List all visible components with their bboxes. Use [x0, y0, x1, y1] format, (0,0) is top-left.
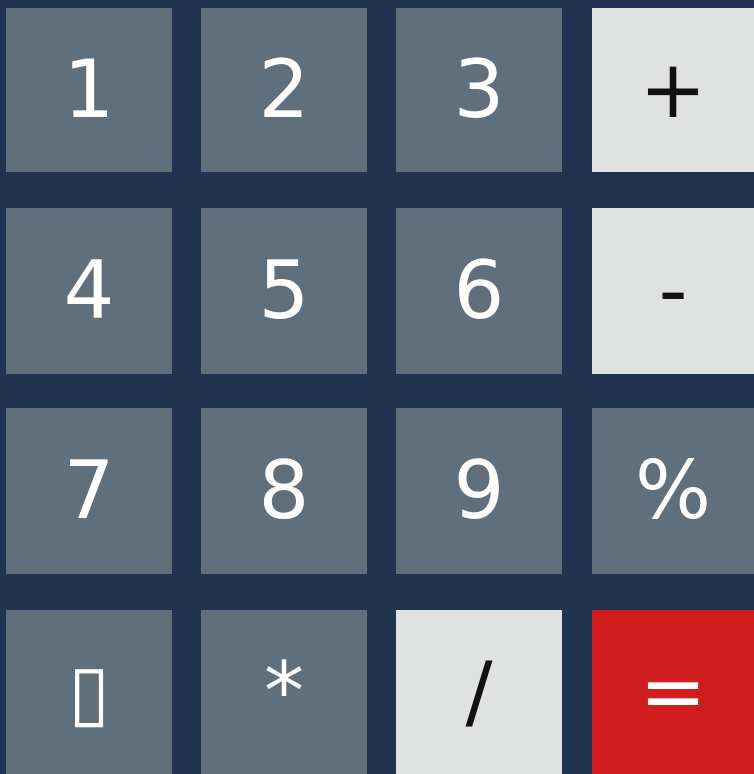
- key-percent[interactable]: %: [592, 408, 754, 574]
- key-divide[interactable]: /: [396, 610, 562, 774]
- key-7-label: 7: [63, 444, 115, 537]
- key-4[interactable]: 4: [6, 208, 172, 374]
- key-9[interactable]: 9: [396, 408, 562, 574]
- key-multiply[interactable]: *: [201, 610, 367, 774]
- key-1[interactable]: 1: [6, 8, 172, 172]
- key-6-label: 6: [453, 244, 505, 337]
- key-divide-label: /: [465, 645, 493, 738]
- key-5-label: 5: [258, 244, 310, 337]
- key-equals-label: =: [639, 645, 707, 738]
- key-6[interactable]: 6: [396, 208, 562, 374]
- key-plus-label: +: [639, 43, 707, 136]
- key-8[interactable]: 8: [201, 408, 367, 574]
- key-unknown-glyph-label: ▯: [68, 647, 110, 736]
- key-5[interactable]: 5: [201, 208, 367, 374]
- key-minus-label: -: [658, 244, 688, 337]
- key-7[interactable]: 7: [6, 408, 172, 574]
- key-multiply-label: *: [264, 645, 304, 738]
- key-2[interactable]: 2: [201, 8, 367, 172]
- key-3[interactable]: 3: [396, 8, 562, 172]
- key-percent-label: %: [634, 444, 711, 537]
- key-plus[interactable]: +: [592, 8, 754, 172]
- key-2-label: 2: [258, 43, 310, 136]
- key-9-label: 9: [453, 444, 505, 537]
- key-unknown-glyph[interactable]: ▯: [6, 610, 172, 774]
- calculator-keypad: 1 2 3 + 4 5 6 - 7 8 9 % ▯ * / =: [0, 0, 754, 774]
- key-8-label: 8: [258, 444, 310, 537]
- key-minus[interactable]: -: [592, 208, 754, 374]
- key-equals[interactable]: =: [592, 610, 754, 774]
- key-1-label: 1: [63, 43, 115, 136]
- key-4-label: 4: [63, 244, 115, 337]
- key-3-label: 3: [453, 43, 505, 136]
